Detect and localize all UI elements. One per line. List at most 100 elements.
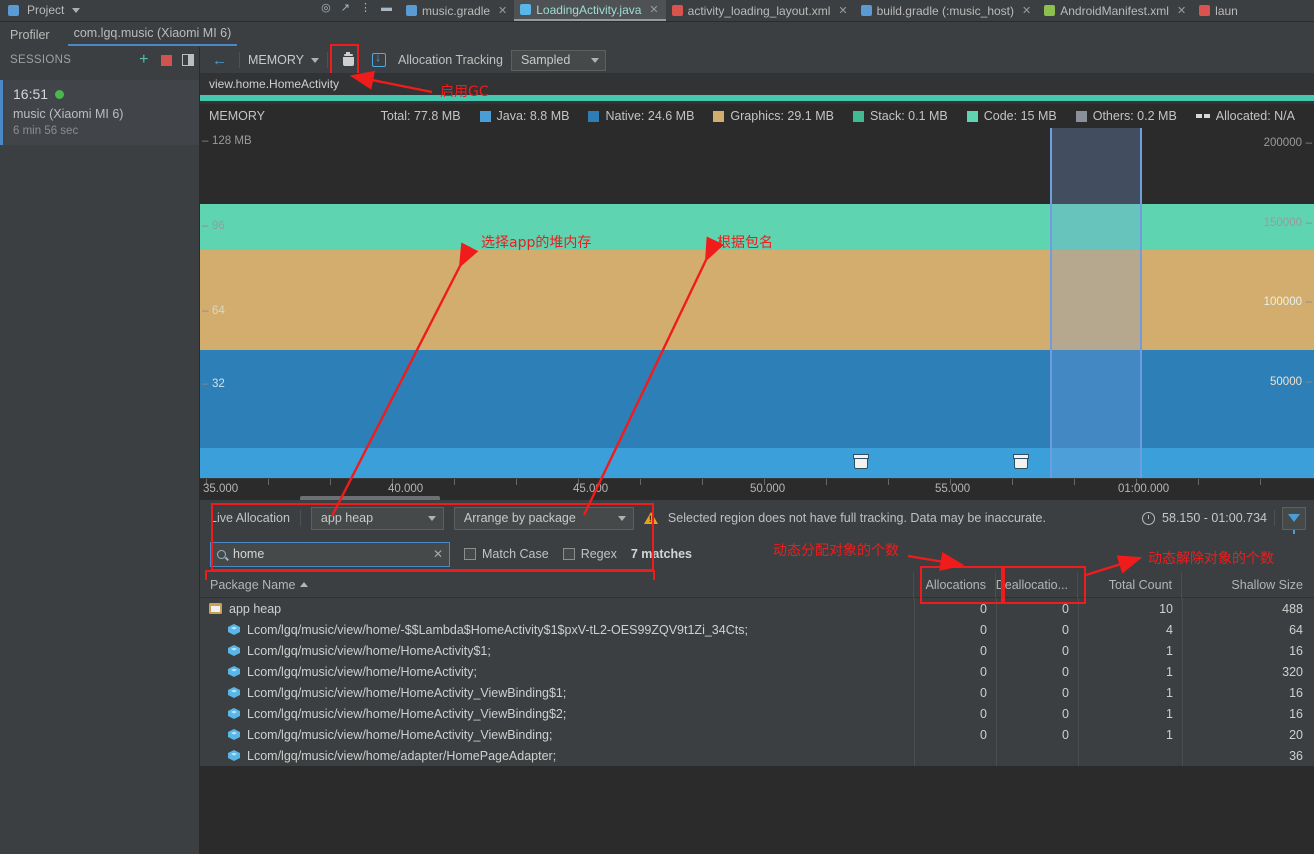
table-row[interactable]: Lcom/lgq/music/view/home/HomeActivity_Vi… [200,703,1314,724]
editor-tab-1[interactable]: LoadingActivity.java ✕ [514,0,666,21]
series-graphics [200,250,1314,350]
editor-tab-2[interactable]: activity_loading_layout.xml ✕ [666,0,855,21]
y-axis-tick-left: 64 [202,305,225,317]
arrange-select[interactable]: Arrange by package [453,506,634,530]
column-header-shallow-size[interactable]: Shallow Size [1182,572,1312,598]
cell-shallow-size: 64 [1289,622,1303,637]
close-icon[interactable]: ✕ [838,4,847,17]
legend-label: Native: 24.6 MB [605,109,695,123]
editor-tab-label: build.gradle (:music_host) [876,3,1015,18]
cell-shallow-size: 36 [1289,748,1303,763]
allocation-tracking-select[interactable]: Sampled [510,49,606,71]
allocation-tracking-value: Sampled [520,53,571,67]
cell-package-name: Lcom/lgq/music/view/home/HomeActivity_Vi… [200,703,914,724]
table-row[interactable]: Lcom/lgq/music/view/home/-$$Lambda$HomeA… [200,619,1314,640]
axis-tick [1260,479,1261,485]
heap-dump-button[interactable] [368,49,390,71]
divider [327,52,329,68]
column-header-total-count[interactable]: Total Count [1078,571,1182,598]
editor-tab-4[interactable]: AndroidManifest.xml ✕ [1038,0,1193,21]
y-axis-tick-left: 128 MB [202,135,252,147]
collapse-sessions-button[interactable] [177,49,199,71]
new-session-button[interactable]: + [133,49,155,71]
search-value: home [233,547,265,561]
legend-swatch [588,110,600,122]
chevron-down-icon [617,515,626,521]
table-row[interactable]: Lcom/lgq/music/view/home/HomeActivity_Vi… [200,724,1314,745]
cell-total-count: 1 [1166,685,1173,700]
table-row[interactable]: app heap 0 0 10 488 [200,598,1314,619]
chart-selection-range[interactable] [1050,128,1142,478]
cell-deallocations [996,745,1078,766]
table-row[interactable]: Lcom/lgq/music/view/home/HomeActivity$1;… [200,640,1314,661]
axis-tick [1012,479,1013,485]
column-header-deallocations[interactable]: Deallocatio... [996,571,1078,598]
activity-label: view.home.HomeActivity [209,77,340,91]
editor-tab-0[interactable]: music.gradle ✕ [400,0,514,21]
table-row[interactable]: Lcom/lgq/music/view/home/adapter/HomePag… [200,745,1314,766]
minimize-icon[interactable]: ▬ [381,2,392,14]
memory-chart[interactable]: 128 MB 96 64 32 200000 150000 100000 500… [200,128,1314,478]
heap-select[interactable]: app heap [310,506,444,530]
cell-shallow-size: 20 [1289,727,1303,742]
clear-search-icon[interactable]: ✕ [433,547,443,561]
force-garbage-collection-button[interactable] [336,49,360,71]
column-header-package-name[interactable]: Package Name [200,571,914,598]
trash-icon [342,52,354,66]
legend-label: Total: 77.8 MB [380,109,461,123]
profiler-process-tab[interactable]: com.lgq.music (Xiaomi MI 6) [67,23,238,46]
cell-allocations: 0 [980,601,987,616]
editor-tab-5[interactable]: laun [1193,0,1245,21]
table-row[interactable]: Lcom/lgq/music/view/home/HomeActivity; 0… [200,661,1314,682]
session-time-row: 16:51 [13,86,189,102]
regex-checkbox[interactable]: Regex [562,547,617,561]
close-icon[interactable]: ✕ [1177,4,1186,17]
monitor-selector[interactable]: MEMORY [248,53,320,67]
legend-native: Native: 24.6 MB [588,109,694,123]
expand-icon[interactable]: ↗ [341,1,350,14]
profiler-main: view.home.HomeActivity MEMORY Total: 77.… [200,73,1314,854]
filter-button[interactable] [1282,506,1306,534]
cell-shallow-size: 488 [1282,601,1303,616]
table-row[interactable]: Lcom/lgq/music/view/home/HomeActivity_Vi… [200,682,1314,703]
timeline-axis[interactable]: 35.000 40.000 45.000 50.000 55.000 01:00… [200,478,1314,501]
more-options-icon[interactable]: ⋮ [360,1,371,14]
axis-tick [640,479,641,485]
project-label[interactable]: Project [27,3,64,17]
sessions-panel: 16:51 music (Xiaomi MI 6) 6 min 56 sec [0,73,200,854]
chevron-down-icon[interactable] [72,7,81,13]
back-button[interactable]: ← [208,53,231,68]
close-icon[interactable]: ✕ [649,3,658,16]
cell-total-count: 1 [1166,727,1173,742]
cell-deallocations: 0 [1062,706,1069,721]
chevron-down-icon [590,57,599,63]
cell-allocations: 0 [980,727,987,742]
y-axis-tick-right: 150000 [1264,217,1313,229]
column-divider [1182,598,1183,766]
cell-package-name: Lcom/lgq/music/view/home/HomeActivity; [200,661,914,682]
gc-event-marker[interactable] [1013,454,1029,469]
x-axis-label: 35.000 [203,483,239,495]
stop-session-button[interactable] [155,49,177,71]
live-allocation-search-row: home ✕ Match Case Regex 7 matches [200,536,1314,572]
column-divider [1078,598,1079,766]
close-icon[interactable]: ✕ [1022,4,1031,17]
class-icon [228,728,240,741]
axis-tick [1074,479,1075,485]
close-icon[interactable]: ✕ [498,4,507,17]
memory-section-title: MEMORY [209,109,266,123]
target-icon[interactable]: ◎ [321,1,331,14]
divider [1274,510,1275,526]
cell-allocations [914,745,996,766]
match-case-checkbox[interactable]: Match Case [464,547,549,561]
search-input[interactable]: home ✕ [210,541,450,567]
column-header-allocations[interactable]: Allocations [914,571,996,598]
editor-tab-label: music.gradle [422,3,491,18]
editor-tab-3[interactable]: build.gradle (:music_host) ✕ [855,0,1039,21]
cell-shallow-size: 320 [1282,664,1303,679]
session-item[interactable]: 16:51 music (Xiaomi MI 6) 6 min 56 sec [0,80,199,145]
table-body: app heap 0 0 10 488 Lcom/lgq/music/view/… [200,598,1314,766]
legend-code: Code: 15 MB [966,109,1057,123]
class-icon [228,644,240,657]
gc-event-marker[interactable] [853,454,869,469]
